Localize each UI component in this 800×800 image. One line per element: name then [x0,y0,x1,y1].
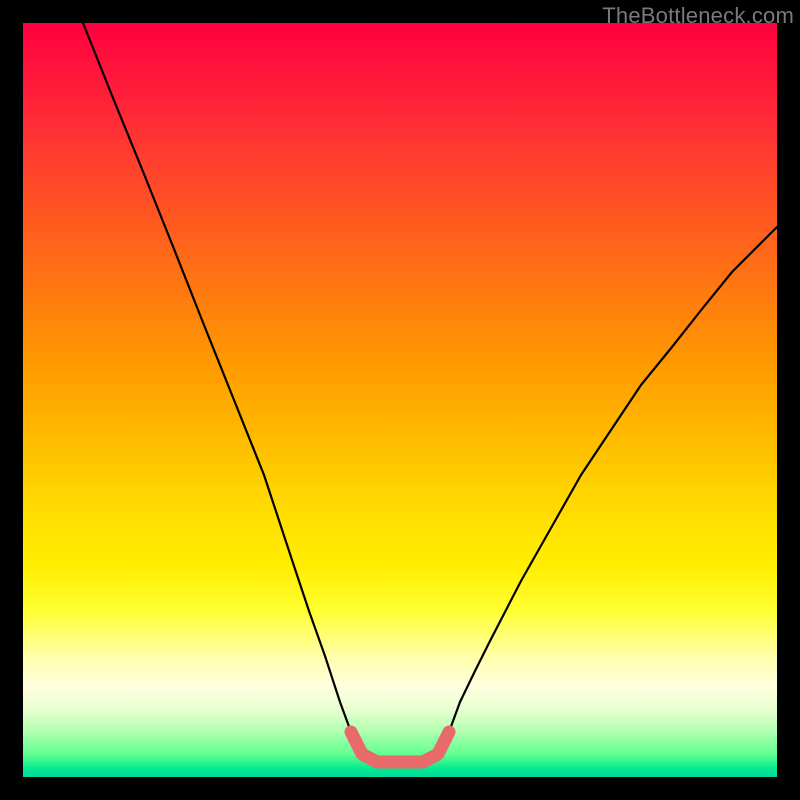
plot-area [23,23,777,777]
bottleneck-curve [83,23,777,762]
watermark-label: TheBottleneck.com [602,3,794,29]
optimal-zone-highlight [351,732,449,762]
chart-svg [23,23,777,777]
chart-container: TheBottleneck.com [0,0,800,800]
